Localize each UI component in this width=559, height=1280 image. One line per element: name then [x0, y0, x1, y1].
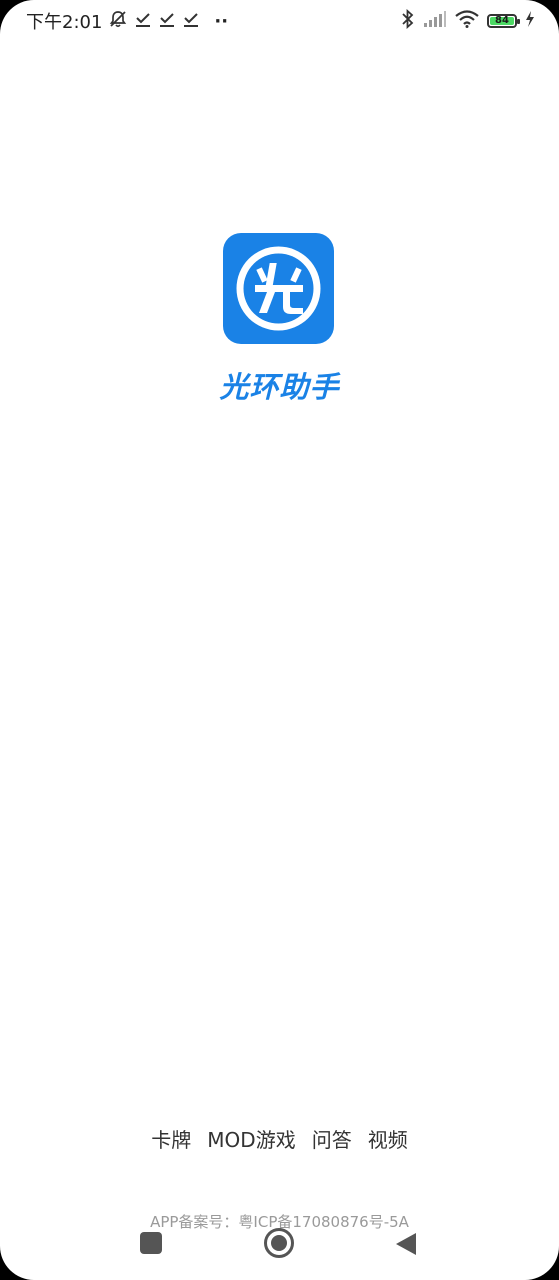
battery-icon: 84 — [487, 14, 520, 28]
recent-apps-button[interactable] — [140, 1232, 162, 1254]
home-button[interactable] — [263, 1227, 295, 1259]
charging-bolt-icon — [525, 11, 535, 31]
status-bar: 下午2:01 ·· 84 — [0, 0, 559, 42]
splash-screen: 下午2:01 ·· 84 光环助手 卡牌 MOD游戏 问答 视频 APP备案号：… — [0, 0, 559, 1280]
link-cards[interactable]: 卡牌 — [151, 1124, 191, 1153]
status-right: 84 — [401, 8, 535, 33]
status-time: 下午2:01 — [26, 12, 103, 33]
cellular-signal-icon — [423, 10, 447, 32]
check-download-icon-3 — [182, 10, 200, 33]
more-notifications-dots: ·· — [214, 10, 229, 32]
check-download-icon-2 — [158, 10, 176, 33]
link-videos[interactable]: 视频 — [368, 1124, 408, 1153]
check-download-icon-1 — [134, 10, 152, 33]
bluetooth-icon — [401, 8, 415, 33]
link-mod-games[interactable]: MOD游戏 — [207, 1124, 295, 1153]
footer-category-links: 卡牌 MOD游戏 问答 视频 — [0, 1124, 559, 1153]
back-button[interactable] — [394, 1231, 418, 1257]
app-logo — [223, 233, 334, 344]
mute-bell-icon — [108, 9, 128, 34]
app-name: 光环助手 — [219, 370, 340, 404]
status-left: 下午2:01 ·· — [26, 9, 229, 34]
wifi-icon — [455, 10, 479, 32]
system-nav-bar — [0, 1222, 559, 1266]
link-qa[interactable]: 问答 — [312, 1124, 352, 1153]
battery-level: 84 — [490, 16, 514, 26]
